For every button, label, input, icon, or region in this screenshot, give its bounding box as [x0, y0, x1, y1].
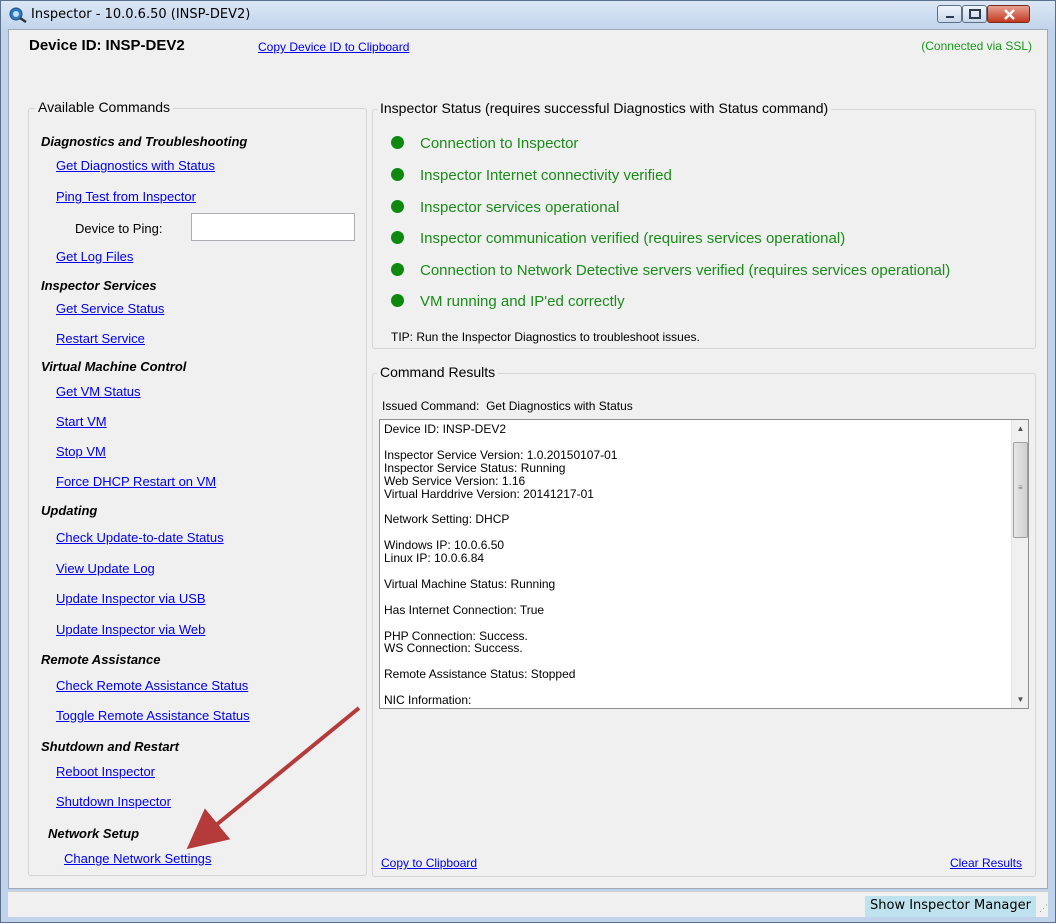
issued-command: Issued Command: Get Diagnostics with Sta…: [382, 399, 633, 413]
status-ok-icon: [391, 168, 404, 181]
device-id-heading: Device ID: INSP-DEV2: [29, 37, 185, 54]
status-item: Inspector communication verified (requir…: [391, 230, 845, 247]
change-network-settings-link[interactable]: Change Network Settings: [64, 851, 211, 866]
reboot-inspector-link[interactable]: Reboot Inspector: [56, 764, 155, 779]
device-to-ping-label: Device to Ping:: [75, 221, 163, 236]
category-inspector-services: Inspector Services: [41, 278, 157, 293]
category-vm-control: Virtual Machine Control: [41, 359, 187, 374]
clear-results-link[interactable]: Clear Results: [950, 856, 1022, 870]
check-update-status-link[interactable]: Check Update-to-date Status: [56, 530, 224, 545]
get-diagnostics-link[interactable]: Get Diagnostics with Status: [56, 158, 215, 173]
show-inspector-manager-button[interactable]: Show Inspector Manager: [865, 896, 1036, 917]
inspector-window: Inspector - 10.0.6.50 (INSP-DEV2) Device…: [0, 0, 1056, 923]
device-id-value: INSP-DEV2: [105, 37, 185, 54]
maximize-button[interactable]: [962, 5, 987, 23]
window-title: Inspector - 10.0.6.50 (INSP-DEV2): [31, 7, 251, 22]
status-item: Inspector services operational: [391, 199, 619, 216]
copy-device-id-link[interactable]: Copy Device ID to Clipboard: [258, 40, 409, 54]
status-ok-icon: [391, 263, 404, 276]
minimize-icon: [946, 16, 954, 18]
force-dhcp-restart-link[interactable]: Force DHCP Restart on VM: [56, 474, 216, 489]
issued-command-value: Get Diagnostics with Status: [486, 399, 633, 413]
device-id-label: Device ID:: [29, 37, 102, 54]
results-textbox[interactable]: Device ID: INSP-DEV2 Inspector Service V…: [379, 419, 1029, 709]
status-item: Inspector Internet connectivity verified: [391, 167, 672, 184]
results-scrollbar[interactable]: ▲ ≡ ▼: [1011, 420, 1028, 708]
title-bar[interactable]: Inspector - 10.0.6.50 (INSP-DEV2): [1, 1, 1055, 29]
status-item: Connection to Network Detective servers …: [391, 262, 950, 279]
status-item-label: Inspector Internet connectivity verified: [420, 167, 672, 184]
results-text: Device ID: INSP-DEV2 Inspector Service V…: [384, 422, 618, 708]
status-item-label: Inspector communication verified (requir…: [420, 230, 846, 247]
available-commands-title: Available Commands: [35, 99, 174, 115]
status-ok-icon: [391, 231, 404, 244]
toggle-remote-assistance-link[interactable]: Toggle Remote Assistance Status: [56, 708, 250, 723]
copy-to-clipboard-link[interactable]: Copy to Clipboard: [381, 856, 477, 870]
ping-test-link[interactable]: Ping Test from Inspector: [56, 189, 196, 204]
status-ok-icon: [391, 136, 404, 149]
status-item: Connection to Inspector: [391, 135, 578, 152]
scroll-down-arrow-icon[interactable]: ▼: [1012, 691, 1028, 708]
issued-command-label: Issued Command:: [382, 399, 480, 413]
status-item-label: VM running and IP'ed correctly: [420, 293, 625, 310]
start-vm-link[interactable]: Start VM: [56, 414, 107, 429]
restart-service-link[interactable]: Restart Service: [56, 331, 145, 346]
scroll-thumb[interactable]: ≡: [1013, 442, 1028, 538]
check-remote-assistance-link[interactable]: Check Remote Assistance Status: [56, 678, 248, 693]
category-diagnostics: Diagnostics and Troubleshooting: [41, 134, 248, 149]
stop-vm-link[interactable]: Stop VM: [56, 444, 106, 459]
get-service-status-link[interactable]: Get Service Status: [56, 301, 164, 316]
category-shutdown-restart: Shutdown and Restart: [41, 739, 179, 754]
status-ok-icon: [391, 294, 404, 307]
resize-grip-icon[interactable]: ⋰: [1039, 903, 1048, 914]
thumb-grip-icon: ≡: [1018, 483, 1023, 492]
status-ok-icon: [391, 200, 404, 213]
status-item: VM running and IP'ed correctly: [391, 293, 625, 310]
device-to-ping-input[interactable]: [191, 213, 355, 241]
status-item-label: Connection to Network Detective servers …: [420, 262, 951, 279]
category-remote-assistance: Remote Assistance: [41, 652, 161, 667]
maximize-icon: [969, 9, 981, 19]
category-network-setup: Network Setup: [48, 826, 140, 841]
close-icon: [1004, 9, 1015, 20]
status-item-label: Inspector services operational: [420, 199, 620, 216]
command-results-title: Command Results: [377, 364, 499, 380]
close-button[interactable]: [987, 5, 1030, 23]
diagnostics-tip: TIP: Run the Inspector Diagnostics to tr…: [391, 330, 700, 344]
inspector-app-icon: [9, 7, 27, 23]
get-log-files-link[interactable]: Get Log Files: [56, 249, 133, 264]
category-updating: Updating: [41, 503, 98, 518]
update-via-web-link[interactable]: Update Inspector via Web: [56, 622, 205, 637]
inspector-status-title: Inspector Status (requires successful Di…: [377, 100, 832, 116]
update-via-usb-link[interactable]: Update Inspector via USB: [56, 591, 206, 606]
connection-status: (Connected via SSL): [921, 39, 1032, 53]
scroll-up-arrow-icon[interactable]: ▲: [1012, 420, 1028, 437]
minimize-button[interactable]: [937, 5, 962, 23]
status-item-label: Connection to Inspector: [420, 135, 579, 152]
shutdown-inspector-link[interactable]: Shutdown Inspector: [56, 794, 171, 809]
get-vm-status-link[interactable]: Get VM Status: [56, 384, 141, 399]
view-update-log-link[interactable]: View Update Log: [56, 561, 155, 576]
